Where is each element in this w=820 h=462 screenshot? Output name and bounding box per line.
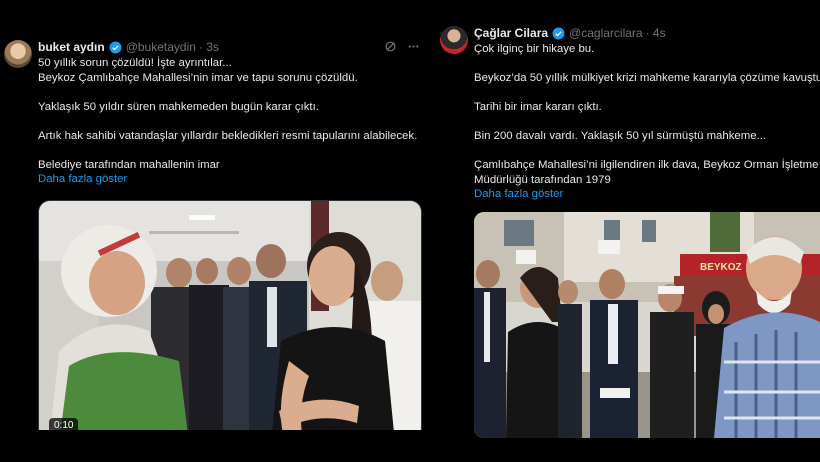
tweet-line: Çok ilginç bir hikaye bu. xyxy=(474,43,595,55)
video-player[interactable]: 0:10 xyxy=(38,200,422,430)
tweet-line: Artık hak sahibi vatandaşlar yıllardır b… xyxy=(38,129,418,142)
tweet-line: Çamlıbahçe Mahallesi’ni ilgilendiren ilk… xyxy=(474,159,819,171)
timestamp[interactable]: · 3s xyxy=(199,40,219,54)
verified-badge-icon xyxy=(109,41,122,53)
tweet-text: Çok ilginç bir hikaye bu. Beykoz’da 50 y… xyxy=(474,42,820,202)
tweet-line: Belediye tarafından mahallenin imar xyxy=(38,158,220,171)
verified-badge-icon xyxy=(552,27,565,39)
tweet-line: Beykoz’da 50 yıllık mülkiyet krizi mahke… xyxy=(474,72,820,84)
video-duration: 0:10 xyxy=(49,418,79,430)
author-name[interactable]: buket aydın xyxy=(38,40,105,54)
tweet-line: 50 yıllık sorun çözüldü! İşte ayrıntılar… xyxy=(38,57,232,69)
tweet-line: Beykoz Çamlıbahçe Mahallesi’nin imar ve … xyxy=(38,71,358,84)
tweet-tools xyxy=(384,40,420,53)
avatar[interactable] xyxy=(440,26,468,54)
show-more-link[interactable]: Daha fazla göster xyxy=(38,172,428,187)
tweet-header: buket aydın @buketaydin · 3s xyxy=(38,40,219,54)
tweet-line: Müdürlüğü tarafından 1979 xyxy=(474,173,611,186)
tweet-buket-aydin[interactable]: buket aydın @buketaydin · 3s 50 yıllık s… xyxy=(0,30,428,430)
tweet-text: 50 yıllık sorun çözüldü! İşte ayrıntılar… xyxy=(38,56,428,187)
photo-image: BEYKOZ xyxy=(474,212,820,438)
video-thumbnail xyxy=(39,201,421,430)
tweet-header: Çağlar Cilara @caglarcilara · 4s xyxy=(474,26,666,40)
tweet-photo[interactable]: BEYKOZ xyxy=(474,212,820,438)
author-handle[interactable]: @caglarcilara xyxy=(569,26,643,40)
author-name[interactable]: Çağlar Cilara xyxy=(474,26,548,40)
timestamp[interactable]: · 4s xyxy=(646,26,666,40)
grok-icon[interactable] xyxy=(384,40,397,53)
tweet-line: Tarihi bir imar kararı çıktı. xyxy=(474,101,602,113)
tweet-caglar-cilara[interactable]: Çağlar Cilara @caglarcilara · 4s Çok ilg… xyxy=(430,20,820,440)
tweet-line: Bin 200 davalı vardı. Yaklaşık 50 yıl sü… xyxy=(474,130,767,142)
author-handle[interactable]: @buketaydin xyxy=(126,40,196,54)
avatar[interactable] xyxy=(4,40,32,68)
more-options-icon[interactable] xyxy=(407,40,420,53)
building-sign-text: BEYKOZ xyxy=(700,262,742,273)
show-more-link[interactable]: Daha fazla göster xyxy=(474,187,820,202)
tweet-line: Yaklaşık 50 yıldır süren mahkemeden bugü… xyxy=(38,100,319,113)
